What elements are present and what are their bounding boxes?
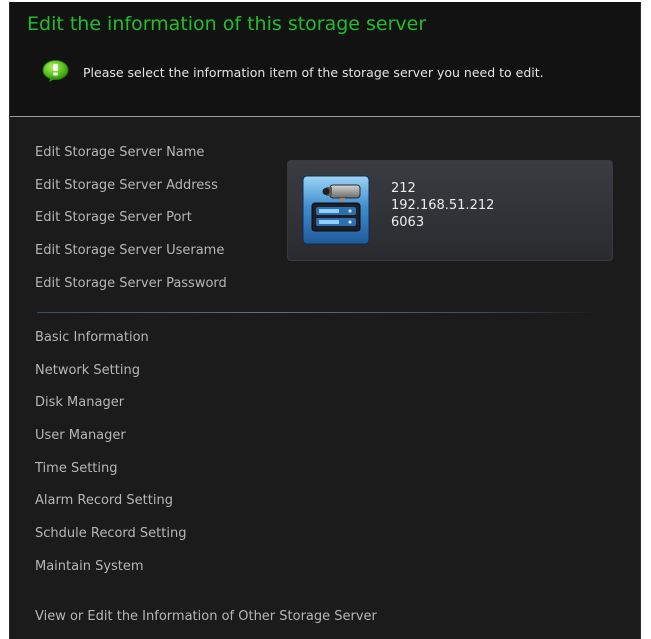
time-setting-item[interactable]: Time Setting [35,461,118,476]
edit-storage-server-panel: Edit the information of this storage ser… [9,2,641,639]
edit-server-name-item[interactable]: Edit Storage Server Name [35,145,204,160]
other-storage-server-link[interactable]: View or Edit the Information of Other St… [35,609,377,624]
edit-server-port-item[interactable]: Edit Storage Server Port [35,210,192,225]
maintain-system-item[interactable]: Maintain System [35,559,144,574]
alarm-record-setting-item[interactable]: Alarm Record Setting [35,493,173,508]
server-port-value: 6063 [391,215,425,230]
header-divider [10,116,640,117]
server-address-value: 192.168.51.212 [391,198,495,213]
server-info-card[interactable]: 212 192.168.51.212 6063 [287,160,613,261]
header: Edit the information of this storage ser… [10,2,640,116]
hint-text: Please select the information item of th… [83,65,544,80]
info-bubble-icon [42,60,69,82]
basic-information-item[interactable]: Basic Information [35,330,149,345]
edit-server-username-item[interactable]: Edit Storage Server Userame [35,243,224,258]
disk-manager-item[interactable]: Disk Manager [35,395,124,410]
network-setting-item[interactable]: Network Setting [35,363,140,378]
user-manager-item[interactable]: User Manager [35,428,126,443]
page-title: Edit the information of this storage ser… [27,13,427,35]
section-divider [37,312,599,313]
schedule-record-setting-item[interactable]: Schdule Record Setting [35,526,186,541]
edit-server-address-item[interactable]: Edit Storage Server Address [35,178,218,193]
edit-server-password-item[interactable]: Edit Storage Server Password [35,276,227,291]
server-name-value: 212 [391,181,416,196]
storage-server-icon [302,175,370,245]
